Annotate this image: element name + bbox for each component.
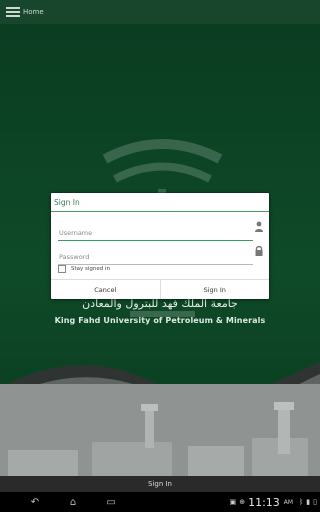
username-field-container xyxy=(58,220,263,241)
campus-illustration xyxy=(0,384,320,476)
user-icon xyxy=(255,221,263,232)
password-input[interactable] xyxy=(58,250,253,265)
sign-in-dialog: Sign In Stay signed in Cancel Sign In xyxy=(51,193,269,299)
status-area: ▣ ⊕ 11:13 AM ᛒ ▮ ▯ xyxy=(230,492,317,512)
notification-icon: ▣ xyxy=(229,498,237,506)
action-bar: Home xyxy=(0,0,320,24)
hamburger-menu-icon[interactable] xyxy=(6,7,20,17)
page-title: Home xyxy=(23,8,44,16)
signal-icon: ▮ xyxy=(306,498,311,506)
back-icon[interactable]: ↶ xyxy=(28,496,42,508)
stay-signed-in-label: Stay signed in xyxy=(71,266,111,272)
cancel-button[interactable]: Cancel xyxy=(51,280,160,299)
battery-icon: ▯ xyxy=(313,498,317,506)
dialog-button-bar: Cancel Sign In xyxy=(51,279,269,299)
password-field-container xyxy=(58,244,263,265)
recent-apps-icon[interactable]: ▭ xyxy=(104,496,118,508)
home-icon[interactable]: ⌂ xyxy=(66,496,80,508)
clock-time: 11:13 xyxy=(248,495,280,509)
sign-in-button[interactable]: Sign In xyxy=(161,280,270,299)
dialog-title: Sign In xyxy=(51,193,269,212)
stay-signed-in-checkbox[interactable] xyxy=(58,265,66,273)
username-input[interactable] xyxy=(58,226,253,241)
bottom-sign-in-label: Sign In xyxy=(148,480,172,488)
bottom-sign-in-bar[interactable]: Sign In xyxy=(0,476,320,492)
english-university-name: King Fahd University of Petroleum & Mine… xyxy=(54,316,266,325)
add-icon: ⊕ xyxy=(239,498,246,506)
system-navigation-bar: ↶ ⌂ ▭ ▣ ⊕ 11:13 AM ᛒ ▮ ▯ xyxy=(0,492,320,512)
bluetooth-icon: ᛒ xyxy=(299,498,304,506)
lock-icon xyxy=(255,245,263,256)
clock-ampm: AM xyxy=(283,498,294,506)
stay-signed-in-row[interactable]: Stay signed in xyxy=(58,265,110,273)
